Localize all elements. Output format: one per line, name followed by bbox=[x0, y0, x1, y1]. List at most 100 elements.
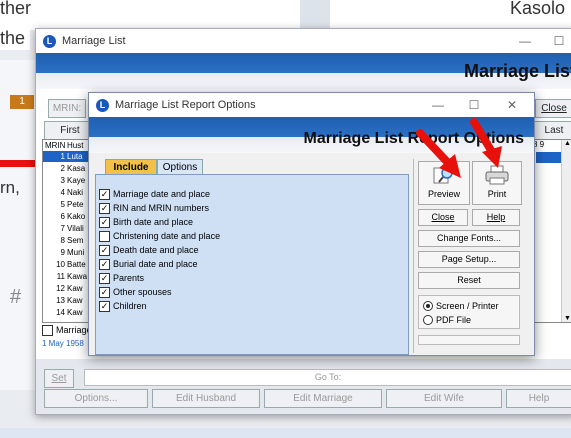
tab-options[interactable]: Options bbox=[157, 159, 203, 175]
maximize-icon[interactable]: ☐ bbox=[542, 29, 571, 53]
option-label: Parents bbox=[113, 273, 145, 283]
change-fonts-button[interactable]: Change Fonts... bbox=[418, 230, 520, 247]
help-button-main[interactable]: Help bbox=[506, 389, 571, 408]
row-mrin: 8 bbox=[60, 236, 65, 245]
row-mrin: 12 bbox=[56, 284, 65, 293]
bg-left-panel bbox=[0, 60, 36, 390]
edit-husband-button[interactable]: Edit Husband bbox=[152, 389, 260, 408]
option-label: Other spouses bbox=[113, 287, 172, 297]
bg-text-2: the bbox=[0, 28, 26, 48]
checkbox-icon[interactable]: ✓ bbox=[99, 258, 110, 270]
date-text: 1 May 1958 bbox=[42, 339, 84, 348]
reset-button[interactable]: Reset bbox=[418, 272, 520, 289]
option-checkbox[interactable]: ✓ Parents bbox=[99, 271, 220, 285]
window-banner: Marriage List bbox=[36, 53, 571, 89]
checkbox-icon[interactable]: ✓ bbox=[99, 188, 110, 200]
preview-label: Preview bbox=[427, 189, 460, 199]
dialog-help-button[interactable]: Help bbox=[472, 209, 520, 226]
bg-bottom-strip bbox=[0, 428, 571, 438]
dialog-app-icon: L bbox=[96, 98, 109, 112]
last-button[interactable]: Last bbox=[534, 121, 571, 140]
checkbox-icon[interactable] bbox=[42, 324, 53, 336]
marriage-checkbox-label: Marriage bbox=[56, 325, 92, 335]
option-checkbox[interactable]: ✓ Burial date and place bbox=[99, 257, 220, 271]
scroll-up-icon[interactable]: ▲ bbox=[562, 140, 571, 147]
col-mrin: MRIN bbox=[45, 141, 66, 150]
option-label: Children bbox=[113, 301, 147, 311]
bg-block bbox=[300, 0, 330, 30]
output-group: Screen / Printer PDF File bbox=[418, 295, 520, 329]
bg-hash: # bbox=[10, 286, 22, 308]
row-mrin: 2 bbox=[60, 164, 65, 173]
dialog-close-icon[interactable]: ✕ bbox=[495, 93, 529, 117]
radio-screen-label: Screen / Printer bbox=[436, 301, 499, 311]
radio-selected-icon[interactable] bbox=[423, 301, 433, 311]
checkbox-icon[interactable]: ✓ bbox=[99, 202, 110, 214]
option-checkbox[interactable]: Christening date and place bbox=[99, 229, 220, 243]
window-title: Marriage List bbox=[62, 35, 126, 47]
bg-text-3: Kasolo bbox=[510, 0, 566, 18]
checkbox-icon[interactable]: ✓ bbox=[99, 286, 110, 298]
checkbox-icon[interactable] bbox=[99, 230, 110, 242]
row-mrin: 13 bbox=[56, 296, 65, 305]
goto-label: Go To: bbox=[314, 372, 342, 382]
goto-field[interactable]: Go To: bbox=[84, 369, 571, 386]
row-mrin: 5 bbox=[60, 200, 65, 209]
row-mrin: 9 bbox=[60, 248, 65, 257]
progress-box bbox=[418, 335, 520, 345]
row-mrin: 10 bbox=[56, 260, 65, 269]
dialog-minimize-icon[interactable]: — bbox=[421, 93, 455, 117]
radio-pdf-label: PDF File bbox=[436, 315, 472, 325]
radio-screen-printer[interactable]: Screen / Printer bbox=[423, 299, 499, 313]
scroll-down-icon[interactable]: ▼ bbox=[562, 315, 571, 322]
option-checkbox[interactable]: ✓ Marriage date and place bbox=[99, 187, 220, 201]
page-setup-button[interactable]: Page Setup... bbox=[418, 251, 520, 268]
option-label: Birth date and place bbox=[113, 217, 194, 227]
bg-red-bar bbox=[0, 160, 36, 167]
dialog-maximize-icon[interactable]: ☐ bbox=[457, 93, 491, 117]
option-label: Burial date and place bbox=[113, 259, 198, 269]
minimize-icon[interactable]: — bbox=[508, 29, 542, 53]
option-checkbox[interactable]: ✓ Death date and place bbox=[99, 243, 220, 257]
row-mrin: 7 bbox=[60, 224, 65, 233]
row-mrin: 11 bbox=[56, 272, 65, 281]
close-button[interactable]: Close bbox=[535, 99, 571, 118]
dialog-title: Marriage List Report Options bbox=[115, 99, 256, 111]
include-pane: ✓ Marriage date and place ✓ RIN and MRIN nu… bbox=[95, 174, 409, 355]
checkbox-icon[interactable]: ✓ bbox=[99, 272, 110, 284]
option-checkbox[interactable]: ✓ Children bbox=[99, 299, 220, 313]
edit-marriage-button[interactable]: Edit Marriage bbox=[264, 389, 382, 408]
option-label: Marriage date and place bbox=[113, 189, 211, 199]
background-app-top bbox=[0, 0, 571, 30]
row-mrin: 14 bbox=[56, 308, 65, 317]
marriage-checkbox[interactable]: Marriage bbox=[42, 323, 92, 337]
bg-badge: 1 bbox=[10, 95, 34, 109]
option-checkbox[interactable]: ✓ RIN and MRIN numbers bbox=[99, 201, 220, 215]
radio-unselected-icon[interactable] bbox=[423, 315, 433, 325]
option-label: Death date and place bbox=[113, 245, 199, 255]
row-mrin: 4 bbox=[60, 188, 65, 197]
checkbox-icon[interactable]: ✓ bbox=[99, 216, 110, 228]
actions-column: Preview Print Close Help Change Fonts...… bbox=[413, 159, 526, 353]
app-icon: L bbox=[43, 34, 56, 48]
set-button[interactable]: Set bbox=[44, 369, 74, 388]
tab-include[interactable]: Include bbox=[105, 159, 157, 175]
bg-text-1: ther bbox=[0, 0, 32, 18]
option-checkbox[interactable]: ✓ Birth date and place bbox=[99, 215, 220, 229]
list-scrollbar[interactable]: ▲ ▼ bbox=[561, 140, 571, 322]
options-button[interactable]: Options... bbox=[44, 389, 148, 408]
include-panel: Include Options ✓ Marriage date and place… bbox=[95, 159, 409, 355]
print-label: Print bbox=[487, 189, 507, 199]
radio-pdf-file[interactable]: PDF File bbox=[423, 313, 471, 327]
checkbox-icon[interactable]: ✓ bbox=[99, 300, 110, 312]
bg-text-4: rn, bbox=[0, 178, 20, 197]
option-checkbox[interactable]: ✓ Other spouses bbox=[99, 285, 220, 299]
dialog-close-button[interactable]: Close bbox=[418, 209, 468, 226]
checkbox-icon[interactable]: ✓ bbox=[99, 244, 110, 256]
option-label: Christening date and place bbox=[113, 231, 221, 241]
window-titlebar: L Marriage List — ☐ bbox=[36, 29, 571, 53]
mrin-label: MRIN: bbox=[48, 99, 86, 118]
row-mrin: 3 bbox=[60, 176, 65, 185]
edit-wife-button[interactable]: Edit Wife bbox=[386, 389, 502, 408]
row-mrin: 6 bbox=[60, 212, 65, 221]
